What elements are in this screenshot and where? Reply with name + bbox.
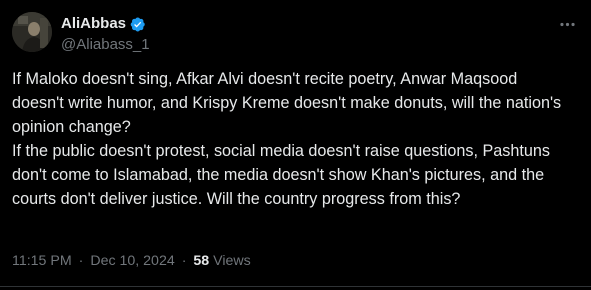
views-label: Views — [213, 253, 251, 269]
tweet-time[interactable]: 11:15 PM — [12, 253, 72, 269]
separator: · — [181, 253, 187, 269]
tweet-date[interactable]: Dec 10, 2024 — [90, 253, 174, 269]
author-handle[interactable]: @Aliabass_1 — [61, 35, 150, 55]
verified-badge-icon — [129, 16, 146, 33]
more-options-icon[interactable] — [557, 14, 577, 34]
views-count[interactable]: 58 — [193, 253, 209, 269]
tweet-text: If Maloko doesn't sing, Afkar Alvi doesn… — [12, 67, 572, 211]
tweet: AliAbbas @Aliabass_1 If Maloko doesn't s… — [0, 0, 591, 290]
author-display-name[interactable]: AliAbbas — [61, 14, 126, 34]
divider — [0, 286, 591, 287]
tweet-paragraph: If the public doesn't protest, social me… — [12, 142, 550, 208]
avatar[interactable] — [12, 12, 52, 52]
author-name-row: AliAbbas — [61, 14, 146, 34]
tweet-paragraph: If Maloko doesn't sing, Afkar Alvi doesn… — [12, 70, 562, 136]
avatar-image — [12, 12, 52, 52]
separator: · — [78, 253, 84, 269]
tweet-metadata: 11:15 PM · Dec 10, 2024 · 58 Views — [12, 251, 251, 271]
